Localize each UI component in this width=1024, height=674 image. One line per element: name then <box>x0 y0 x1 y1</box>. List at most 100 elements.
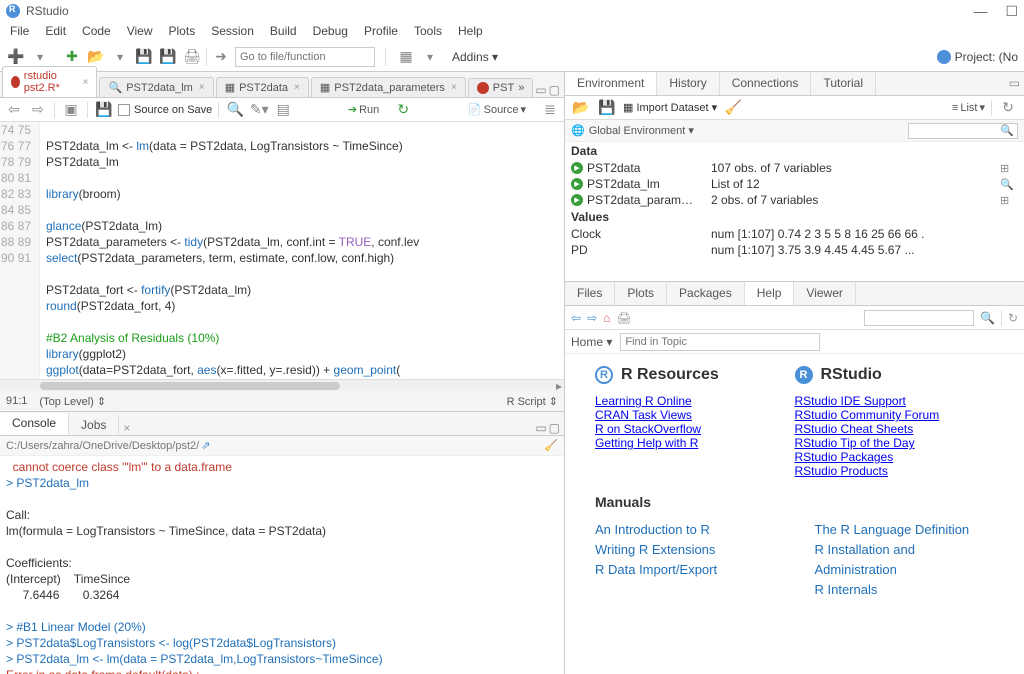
grid-dropdown-icon[interactable]: ▾ <box>420 47 440 67</box>
show-in-new-icon[interactable]: ▣ <box>61 100 81 120</box>
menu-plots[interactable]: Plots <box>169 24 196 40</box>
env-row[interactable]: ▶PST2data_param…2 obs. of 7 variables⊞ <box>565 192 1024 208</box>
home-dropdown[interactable]: Home ▾ <box>571 335 612 349</box>
pane-minimize-icon[interactable]: ▭ <box>1009 76 1020 91</box>
console-output[interactable]: cannot coerce class '"lm"' to a data.fra… <box>0 456 564 674</box>
source-on-save-checkbox[interactable] <box>118 104 130 116</box>
help-link[interactable]: RStudio Tip of the Day <box>795 436 915 450</box>
back-icon[interactable]: ⇦ <box>4 100 24 120</box>
pane-maximize-icon[interactable]: ▢ <box>549 83 560 97</box>
menu-debug[interactable]: Debug <box>313 24 348 40</box>
code-editor[interactable]: 74 75 76 77 78 79 80 81 82 83 84 85 86 8… <box>0 122 564 379</box>
tab-jobs[interactable]: Jobs <box>69 415 119 435</box>
close-icon[interactable]: × <box>123 421 130 435</box>
refresh-icon[interactable]: ↻ <box>998 98 1018 118</box>
help-link[interactable]: CRAN Task Views <box>595 408 692 422</box>
help-link[interactable]: RStudio IDE Support <box>795 394 906 408</box>
print-icon[interactable]: 🖨 <box>616 311 631 325</box>
tab-console[interactable]: Console <box>0 413 69 435</box>
save-icon[interactable]: 💾 <box>134 47 154 67</box>
project-menu[interactable]: Project: (No <box>937 50 1018 64</box>
expand-icon[interactable]: ▶ <box>571 194 583 206</box>
wand-icon[interactable]: ✎▾ <box>249 100 269 120</box>
env-row[interactable]: ▶PST2data107 obs. of 7 variables⊞ <box>565 160 1024 176</box>
maximize-icon[interactable]: ☐ <box>1005 3 1018 20</box>
close-icon[interactable]: × <box>294 82 300 93</box>
tab-help[interactable]: Help <box>745 282 795 305</box>
help-search-input[interactable] <box>864 310 974 326</box>
help-link[interactable]: Learning R Online <box>595 394 692 408</box>
back-icon[interactable]: ⇦ <box>571 311 581 325</box>
pane-maximize-icon[interactable]: ▢ <box>549 421 560 435</box>
help-link[interactable]: R Internals <box>815 582 878 597</box>
pane-minimize-icon[interactable]: ▭ <box>535 83 546 97</box>
save-icon[interactable]: 💾 <box>94 100 114 120</box>
tab-rstudio-pst2[interactable]: rstudio pst2.R*× <box>2 66 97 97</box>
find-in-topic-input[interactable] <box>620 333 820 351</box>
expand-icon[interactable]: ▶ <box>571 162 583 174</box>
env-row[interactable]: PDnum [1:107] 3.75 3.9 4.45 4.45 5.67 ..… <box>565 242 1024 258</box>
scrollbar-thumb[interactable] <box>40 382 340 390</box>
tab-pst2data[interactable]: ▦PST2data× <box>216 77 309 97</box>
help-link[interactable]: Getting Help with R <box>595 436 698 450</box>
overflow-icon[interactable]: » <box>518 82 524 94</box>
rerun-icon[interactable]: ↻ <box>393 100 413 120</box>
load-workspace-icon[interactable]: 📂 <box>571 98 591 118</box>
help-link[interactable]: An Introduction to R <box>595 522 710 537</box>
run-button[interactable]: ➔Run <box>348 103 379 116</box>
help-link[interactable]: The R Language Definition <box>815 522 970 537</box>
env-row[interactable]: ▶PST2data_lmList of 12🔍 <box>565 176 1024 192</box>
grid-icon[interactable]: ▦ <box>396 47 416 67</box>
help-link[interactable]: Writing R Extensions <box>595 542 715 557</box>
help-link[interactable]: R Data Import/Export <box>595 562 717 577</box>
code-body[interactable]: PST2data_lm <- lm(data = PST2data, LogTr… <box>40 122 564 379</box>
help-link[interactable]: R Installation and Administration <box>815 542 915 577</box>
minimize-icon[interactable]: — <box>973 3 987 20</box>
pane-minimize-icon[interactable]: ▭ <box>535 421 546 435</box>
menu-build[interactable]: Build <box>270 24 297 40</box>
refresh-icon[interactable]: ↻ <box>1008 311 1018 325</box>
broom-icon[interactable]: 🧹 <box>723 98 743 118</box>
menu-help[interactable]: Help <box>458 24 483 40</box>
tab-plots-pane[interactable]: Plots <box>615 282 667 305</box>
tab-files[interactable]: Files <box>565 282 615 305</box>
help-link[interactable]: RStudio Products <box>795 464 888 478</box>
go-to-file-input[interactable] <box>235 47 375 67</box>
clear-console-icon[interactable]: 🧹 <box>544 439 558 452</box>
close-icon[interactable]: × <box>451 82 457 93</box>
open-dropdown-icon[interactable]: ▾ <box>110 47 130 67</box>
env-row[interactable]: Clocknum [1:107] 0.74 2 3 5 5 8 16 25 66… <box>565 226 1024 242</box>
find-icon[interactable]: 🔍 <box>225 100 245 120</box>
menu-session[interactable]: Session <box>211 24 254 40</box>
save-workspace-icon[interactable]: 💾 <box>597 98 617 118</box>
goto-dir-icon[interactable]: ⇗ <box>201 439 210 452</box>
view-mode-selector[interactable]: ≡ List ▾ <box>952 101 985 114</box>
horizontal-scrollbar[interactable]: ▸ <box>0 379 564 391</box>
menu-view[interactable]: View <box>127 24 153 40</box>
close-icon[interactable]: × <box>199 82 205 93</box>
save-all-icon[interactable]: 💾 <box>158 47 178 67</box>
menu-edit[interactable]: Edit <box>45 24 66 40</box>
tab-environment[interactable]: Environment <box>565 72 657 95</box>
menu-tools[interactable]: Tools <box>414 24 442 40</box>
help-link[interactable]: RStudio Community Forum <box>795 408 940 422</box>
tab-pst2data-parameters[interactable]: ▦PST2data_parameters× <box>311 77 466 97</box>
tab-connections[interactable]: Connections <box>720 72 812 95</box>
report-icon[interactable]: ▤ <box>273 100 293 120</box>
tab-pst2data-lm[interactable]: 🔍PST2data_lm× <box>99 77 213 97</box>
new-file-dropdown-icon[interactable]: ▾ <box>30 47 50 67</box>
outline-icon[interactable]: ≣ <box>540 100 560 120</box>
menu-file[interactable]: File <box>10 24 29 40</box>
import-dataset-button[interactable]: ▦ Import Dataset ▾ <box>623 101 717 114</box>
expand-icon[interactable]: ▶ <box>571 178 583 190</box>
scope-selector[interactable]: (Top Level) ⇕ <box>39 395 106 408</box>
new-project-icon[interactable]: ✚ <box>62 47 82 67</box>
menu-profile[interactable]: Profile <box>364 24 398 40</box>
addins-dropdown[interactable]: Addins ▾ <box>444 50 506 64</box>
tab-history[interactable]: History <box>657 72 719 95</box>
source-button[interactable]: 📄Source ▾ <box>468 103 526 116</box>
close-icon[interactable]: × <box>83 77 89 88</box>
tab-viewer[interactable]: Viewer <box>794 282 855 305</box>
help-link[interactable]: RStudio Packages <box>795 450 894 464</box>
help-link[interactable]: R on StackOverflow <box>595 422 701 436</box>
